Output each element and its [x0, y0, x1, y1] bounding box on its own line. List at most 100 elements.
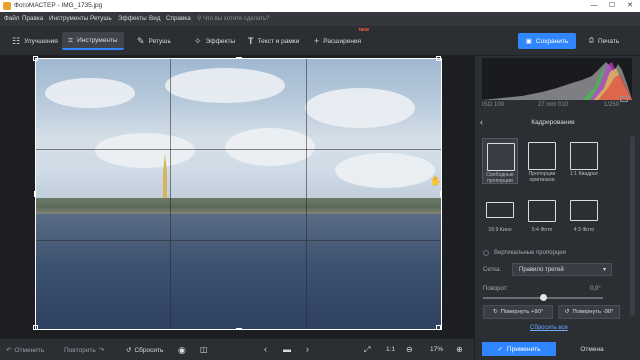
crop-icon: ⌗: [68, 34, 74, 45]
folder-icon[interactable]: ▬: [283, 345, 291, 354]
menu-view[interactable]: Вид: [149, 15, 160, 22]
menu-edit[interactable]: Правка: [22, 15, 43, 22]
menu-tools[interactable]: Инструменты: [49, 15, 88, 22]
menu-file[interactable]: Файл: [4, 15, 19, 22]
tab-label: Ретушь: [148, 37, 171, 45]
tab-text-frames[interactable]: T Текст и рамки: [242, 32, 305, 50]
rotate-minus-90-button[interactable]: ↺ Повернуть -90°: [558, 305, 620, 319]
tab-effects[interactable]: ✧ Эффекты: [188, 32, 241, 50]
search-placeholder: Что вы хотите сделать?: [203, 16, 270, 22]
undo-button[interactable]: ↶ Отменить: [6, 346, 45, 355]
rotate-cw-icon: ↻: [492, 309, 498, 315]
menu-help[interactable]: Справка: [166, 15, 191, 22]
grid-label: Сетка:: [483, 267, 501, 273]
ratio-free[interactable]: Свободные пропорции: [482, 138, 518, 184]
undo-icon: ↶: [6, 347, 12, 354]
preview-eye-icon[interactable]: ◉: [178, 345, 186, 356]
ratio-label: Пропорции оригинала: [528, 171, 556, 183]
crop-handle-top-left[interactable]: [33, 56, 38, 61]
redo-icon: ↷: [98, 347, 105, 354]
vertical-checkbox[interactable]: [483, 250, 489, 256]
apply-button[interactable]: ✓ Применить: [482, 342, 556, 356]
crop-handle-left[interactable]: [34, 191, 36, 197]
save-icon: ▣: [525, 38, 532, 45]
check-icon: ✓: [497, 346, 503, 353]
lock-crop-icon: [528, 142, 556, 170]
rotate-right-label: Повернуть -90°: [572, 309, 614, 315]
ratio-original[interactable]: Пропорции оригинала: [524, 138, 560, 184]
rotate-value: 0,0°: [590, 286, 601, 292]
rotate-left-label: Повернуть +90°: [500, 309, 544, 315]
next-image-icon[interactable]: ›: [306, 344, 309, 354]
reset-label: Сбросить: [134, 346, 164, 354]
search-field[interactable]: ⚲ Что вы хотите сделать?: [197, 15, 317, 25]
crop-frame[interactable]: [35, 58, 442, 330]
panel-scrollbar[interactable]: [630, 136, 635, 316]
free-crop-icon: [487, 143, 515, 171]
chevron-down-icon: ▾: [602, 267, 606, 273]
ratio-square[interactable]: 1:1 Квадрат: [566, 138, 602, 184]
ratio-5-4[interactable]: 5:4 Фото: [524, 194, 560, 240]
cancel-button[interactable]: Отмена: [562, 342, 622, 356]
photo-5-4-icon: [528, 200, 556, 222]
prev-image-icon[interactable]: ‹: [264, 344, 267, 354]
window-title: ФотоМАСТЕР - IMG_1735.jpg: [14, 2, 103, 9]
app-logo-icon: [3, 2, 11, 10]
redo-button[interactable]: Повторить ↷: [64, 346, 105, 355]
save-label: Сохранить: [535, 37, 569, 45]
ratio-16-9[interactable]: 16:9 Кино: [482, 194, 518, 240]
title-bar: ФотоМАСТЕР - IMG_1735.jpg — ☐ ✕: [0, 0, 640, 12]
tab-label: Инструменты: [77, 36, 118, 44]
printer-icon: ⎙: [588, 37, 594, 44]
crop-handle-top-right[interactable]: [436, 56, 441, 61]
rotate-label: Поворот:: [483, 286, 509, 292]
rotate-slider-thumb[interactable]: [540, 294, 547, 301]
fit-screen-icon[interactable]: ⤢: [364, 345, 370, 355]
crop-handle-top[interactable]: [236, 57, 242, 59]
ratio-4-3[interactable]: 4:3 Фото: [566, 194, 602, 240]
sliders-icon: ☷: [12, 35, 21, 46]
undo-label: Отменить: [14, 346, 45, 354]
histogram-toggle-icon[interactable]: [620, 96, 628, 102]
tab-retouch[interactable]: ✎ Ретушь: [131, 32, 177, 50]
tab-extensions[interactable]: + Расширения NEW: [308, 27, 369, 50]
reset-all-link[interactable]: Сбросить все: [530, 325, 568, 331]
ratio-label: 16:9 Кино: [488, 227, 512, 233]
maximize-button[interactable]: ☐: [604, 1, 620, 11]
zoom-in-icon[interactable]: ⊕: [456, 345, 463, 354]
widescreen-icon: [486, 202, 514, 218]
rotate-plus-90-button[interactable]: ↻ Повернуть +90°: [483, 305, 553, 319]
crop-handle-bottom-right[interactable]: [436, 325, 441, 330]
menu-effects[interactable]: Эффекты: [118, 15, 147, 22]
compare-icon[interactable]: ◫: [200, 345, 208, 354]
zoom-out-icon[interactable]: ⊖: [406, 345, 413, 354]
close-button[interactable]: ✕: [622, 1, 638, 11]
save-button[interactable]: ▣ Сохранить: [518, 33, 576, 49]
reset-button[interactable]: ↺ Сбросить: [126, 346, 164, 355]
crop-handle-right[interactable]: [440, 191, 442, 197]
crop-handle-bottom-left[interactable]: [33, 325, 38, 330]
zoom-1-1-button[interactable]: 1:1: [386, 346, 395, 353]
square-icon: [570, 142, 598, 170]
menu-retouch[interactable]: Ретушь: [90, 15, 112, 22]
ratio-label: Свободные пропорции: [486, 172, 514, 184]
photo-4-3-icon: [570, 200, 598, 221]
menu-bar: Файл Правка Инструменты Ретушь Эффекты В…: [0, 12, 640, 26]
grid-select[interactable]: Правило третей ▾: [512, 263, 612, 276]
tab-label: Улучшения: [24, 37, 58, 45]
reset-icon: ↺: [126, 347, 132, 354]
vertical-label: Вертикальные пропорции: [494, 250, 566, 256]
tab-label: Расширения: [323, 37, 362, 45]
histogram-chart: [482, 62, 632, 100]
panel-title: Кадрирование: [531, 119, 575, 126]
print-button[interactable]: ⎙ Печать: [580, 33, 628, 49]
tab-enhancements[interactable]: ☷ Улучшения: [6, 32, 64, 50]
crop-panel-header: ‹ Кадрирование: [478, 116, 628, 130]
minimize-button[interactable]: —: [586, 1, 602, 11]
crop-handle-bottom[interactable]: [236, 328, 242, 330]
tab-tools[interactable]: ⌗ Инструменты: [62, 32, 124, 50]
apply-label: Применить: [506, 345, 541, 353]
plus-icon: +: [314, 36, 320, 46]
tab-label: Эффекты: [205, 37, 236, 45]
search-icon: ⚲: [197, 16, 202, 22]
